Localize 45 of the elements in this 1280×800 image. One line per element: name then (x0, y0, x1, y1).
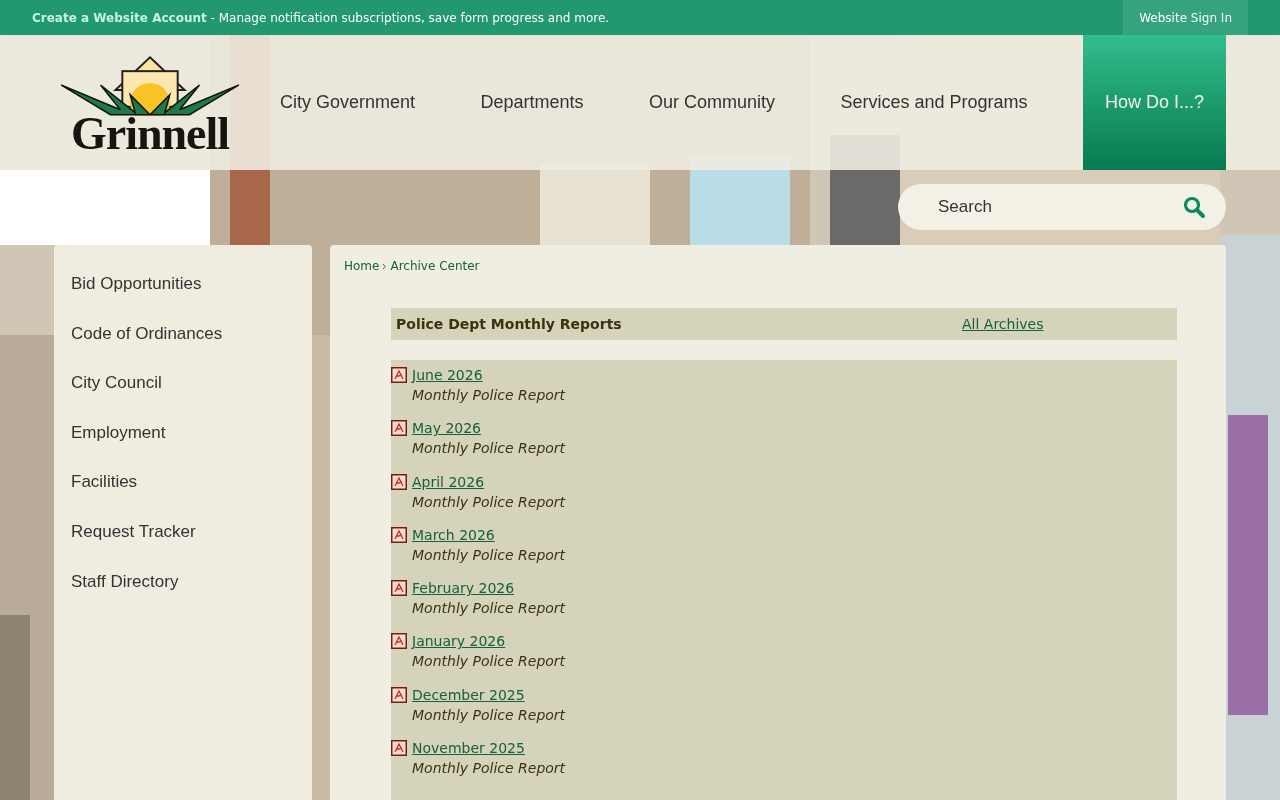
sidebar-link[interactable]: Bid Opportunities (54, 259, 202, 309)
archive-title: Police Dept Monthly Reports (396, 316, 623, 332)
sun-grass-logo-icon (61, 53, 239, 116)
sidebar-link[interactable]: Facilities (54, 457, 138, 507)
report-description: Monthly Police Report (411, 705, 567, 725)
sidebar-link[interactable]: Staff Directory (54, 556, 179, 607)
sidebar-link[interactable]: City Council (54, 358, 162, 408)
report-description: Monthly Police Report (411, 545, 567, 565)
pdf-file-icon (391, 473, 407, 490)
breadcrumb-link[interactable]: Home (344, 259, 380, 273)
report-description: Monthly Police Report (411, 759, 567, 779)
report-link[interactable]: April 2026 (412, 472, 485, 491)
nav-menu-item[interactable]: Our Community (638, 35, 785, 170)
report-link[interactable]: March 2026 (412, 525, 495, 544)
pdf-file-icon (391, 420, 407, 437)
report-link[interactable]: February 2026 (412, 579, 515, 598)
sidebar-link[interactable]: Code of Ordinances (54, 308, 223, 359)
chevron-icon (382, 262, 388, 270)
all-archives-link[interactable]: All Archives (962, 316, 1044, 332)
report-link[interactable]: May 2026 (412, 419, 482, 438)
report-description: Monthly Police Report (411, 386, 567, 405)
report-description: Monthly Police Report (411, 652, 567, 672)
nav-menu-item[interactable]: Services and Programs (830, 35, 1038, 170)
report-link[interactable]: June 2026 (412, 366, 483, 384)
pdf-file-icon (391, 526, 407, 543)
report-description: Monthly Police Report (411, 492, 567, 512)
report-link[interactable]: November 2025 (412, 739, 525, 758)
report-link[interactable]: January 2026 (412, 632, 506, 651)
sidebar-link[interactable]: Request Tracker (54, 506, 196, 557)
report-description: Monthly Police Report (411, 599, 567, 619)
nav-menu-item[interactable]: City Government (270, 35, 426, 170)
breadcrumb-link[interactable]: Archive Center (390, 259, 480, 273)
report-description: Monthly Police Report (411, 439, 567, 459)
search-field[interactable]: Search (898, 184, 1226, 230)
sidebar-link[interactable]: Employment (54, 407, 166, 458)
pdf-file-icon (391, 367, 407, 383)
pdf-file-icon (391, 633, 407, 650)
search-icon[interactable] (1182, 195, 1206, 219)
nav-menu-item[interactable]: Departments (470, 35, 594, 170)
pdf-file-icon (391, 686, 407, 703)
logo-wordmark: Grinnell (70, 109, 230, 158)
pdf-file-icon (391, 740, 407, 757)
account-banner-text: Create a Website Account - Manage notification subscriptions, save form progress and more. (32, 10, 610, 25)
report-link[interactable]: December 2025 (412, 685, 525, 704)
pdf-file-icon (391, 580, 407, 597)
